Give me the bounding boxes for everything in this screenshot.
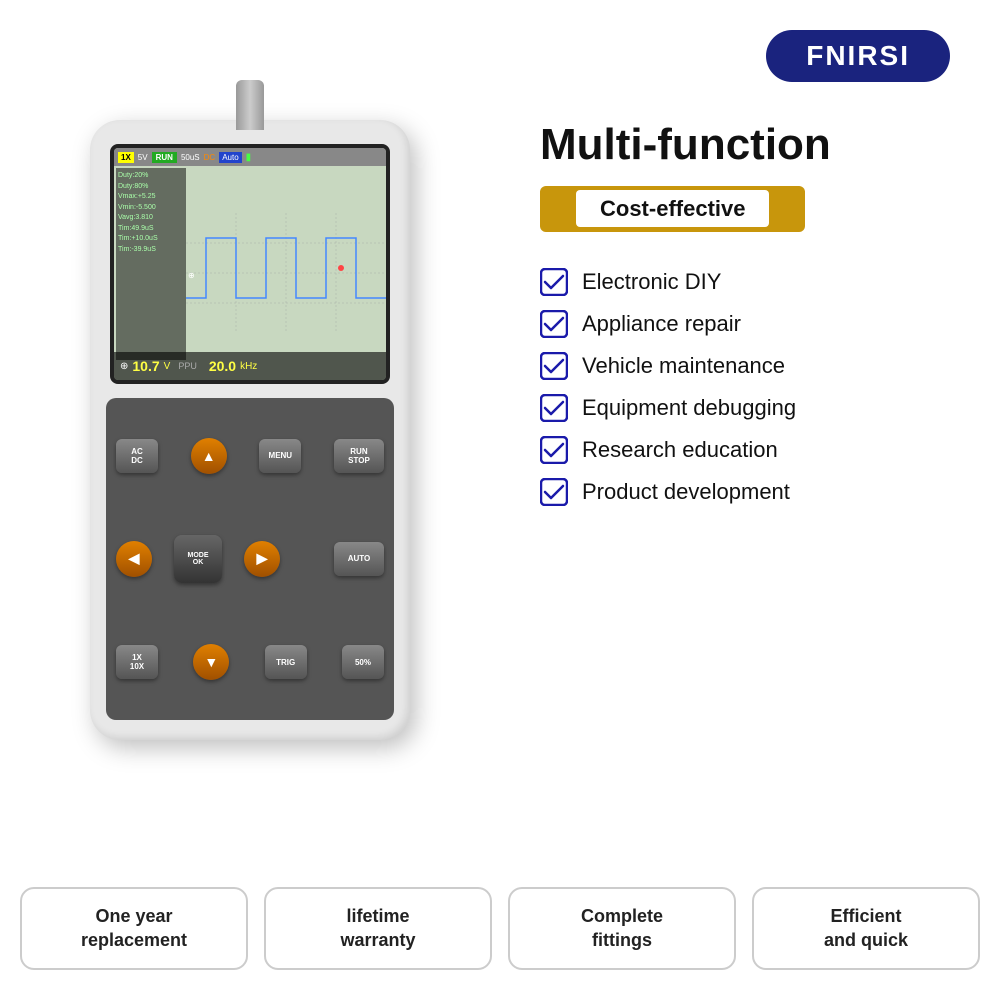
feature-label-3: Equipment debugging	[582, 395, 796, 421]
bottom-feature-1: lifetimewarranty	[264, 887, 492, 970]
battery-indicator: ▮	[246, 152, 252, 163]
bottom-feature-text-1: lifetimewarranty	[340, 906, 415, 949]
plus-symbol: ⊕	[120, 361, 128, 372]
bottom-feature-text-0: One yearreplacement	[81, 906, 187, 949]
feature-item-3: Equipment debugging	[540, 394, 980, 422]
screen-bottom-display: ⊕ 10.7 V PPU 20.0 kHz	[114, 352, 386, 380]
feature-item-4: Research education	[540, 436, 980, 464]
bottom-feature-text-3: Efficientand quick	[824, 906, 908, 949]
left-button[interactable]: ◀	[116, 541, 152, 577]
dc-indicator: DC	[204, 153, 216, 162]
button-row-3: 1X10X ▼ TRIG 50%	[116, 617, 384, 708]
freq-unit: kHz	[240, 361, 257, 372]
fifty-button[interactable]: 50%	[342, 645, 384, 679]
waveform-area: ⊕	[186, 166, 386, 380]
screen-params: Duty:20% Duty:80% Vmax:+5.25 Vmin:-5.500…	[116, 168, 186, 360]
run-stop-button[interactable]: RUNSTOP	[334, 439, 384, 473]
voltage-indicator: 5V	[138, 153, 148, 162]
check-icon	[540, 394, 568, 422]
check-icon	[540, 268, 568, 296]
svg-text:⊕: ⊕	[188, 271, 195, 280]
buttons-area: ACDC ▲ MENU RUNSTOP ◀ MODEOK ▶ AUTO 1X10…	[106, 398, 394, 720]
bottom-features: One yearreplacement lifetimewarranty Compl…	[20, 887, 980, 970]
trig-button[interactable]: TRIG	[265, 645, 307, 679]
features-list: Electronic DIY Appliance repair Vehicle …	[540, 268, 980, 506]
device-container: 1X 5V RUN 50uS DC Auto ▮ Duty:20% Duty:8…	[30, 80, 510, 780]
cost-badge: Cost-effective	[540, 186, 805, 232]
feature-label-2: Vehicle maintenance	[582, 353, 785, 379]
cost-label: Cost-effective	[576, 190, 769, 227]
button-row-1: ACDC ▲ MENU RUNSTOP	[116, 410, 384, 501]
feature-label-4: Research education	[582, 437, 778, 463]
screen-frame: 1X 5V RUN 50uS DC Auto ▮ Duty:20% Duty:8…	[110, 144, 390, 384]
feature-item-1: Appliance repair	[540, 310, 980, 338]
feature-item-5: Product development	[540, 478, 980, 506]
screen-display: 1X 5V RUN 50uS DC Auto ▮ Duty:20% Duty:8…	[114, 148, 386, 380]
channel-indicator: 1X	[118, 152, 134, 163]
auto-indicator: Auto	[219, 152, 241, 163]
right-panel: Multi-function Cost-effective Electronic…	[540, 120, 980, 520]
mode-ok-button[interactable]: MODEOK	[174, 535, 222, 583]
run-indicator: RUN	[152, 152, 177, 163]
bottom-feature-0: One yearreplacement	[20, 887, 248, 970]
check-icon	[540, 310, 568, 338]
feature-item-2: Vehicle maintenance	[540, 352, 980, 380]
vpp-unit: V	[164, 361, 171, 372]
bottom-feature-text-2: Completefittings	[581, 906, 663, 949]
ac-dc-button[interactable]: ACDC	[116, 439, 158, 473]
button-row-2: ◀ MODEOK ▶ AUTO	[116, 507, 384, 610]
screen-topbar: 1X 5V RUN 50uS DC Auto ▮	[114, 148, 386, 166]
brand-badge: FNIRSI	[766, 30, 950, 82]
device-body: 1X 5V RUN 50uS DC Auto ▮ Duty:20% Duty:8…	[90, 120, 410, 740]
right-button[interactable]: ▶	[244, 541, 280, 577]
bottom-feature-3: Efficientand quick	[752, 887, 980, 970]
feature-label-0: Electronic DIY	[582, 269, 721, 295]
feature-item-0: Electronic DIY	[540, 268, 980, 296]
check-icon	[540, 352, 568, 380]
antenna-connector	[236, 80, 264, 130]
menu-button[interactable]: MENU	[259, 439, 301, 473]
check-icon	[540, 478, 568, 506]
bottom-feature-2: Completefittings	[508, 887, 736, 970]
check-icon	[540, 436, 568, 464]
main-title: Multi-function	[540, 120, 980, 170]
1x-10x-button[interactable]: 1X10X	[116, 645, 158, 679]
freq-value: 20.0	[209, 358, 236, 374]
auto-button[interactable]: AUTO	[334, 542, 384, 576]
time-indicator: 50uS	[181, 153, 200, 162]
down-button[interactable]: ▼	[193, 644, 229, 680]
feature-label-1: Appliance repair	[582, 311, 741, 337]
vpp-value: 10.7	[132, 358, 159, 374]
feature-label-5: Product development	[582, 479, 790, 505]
brand-name: FNIRSI	[806, 40, 910, 71]
up-button[interactable]: ▲	[191, 438, 227, 474]
